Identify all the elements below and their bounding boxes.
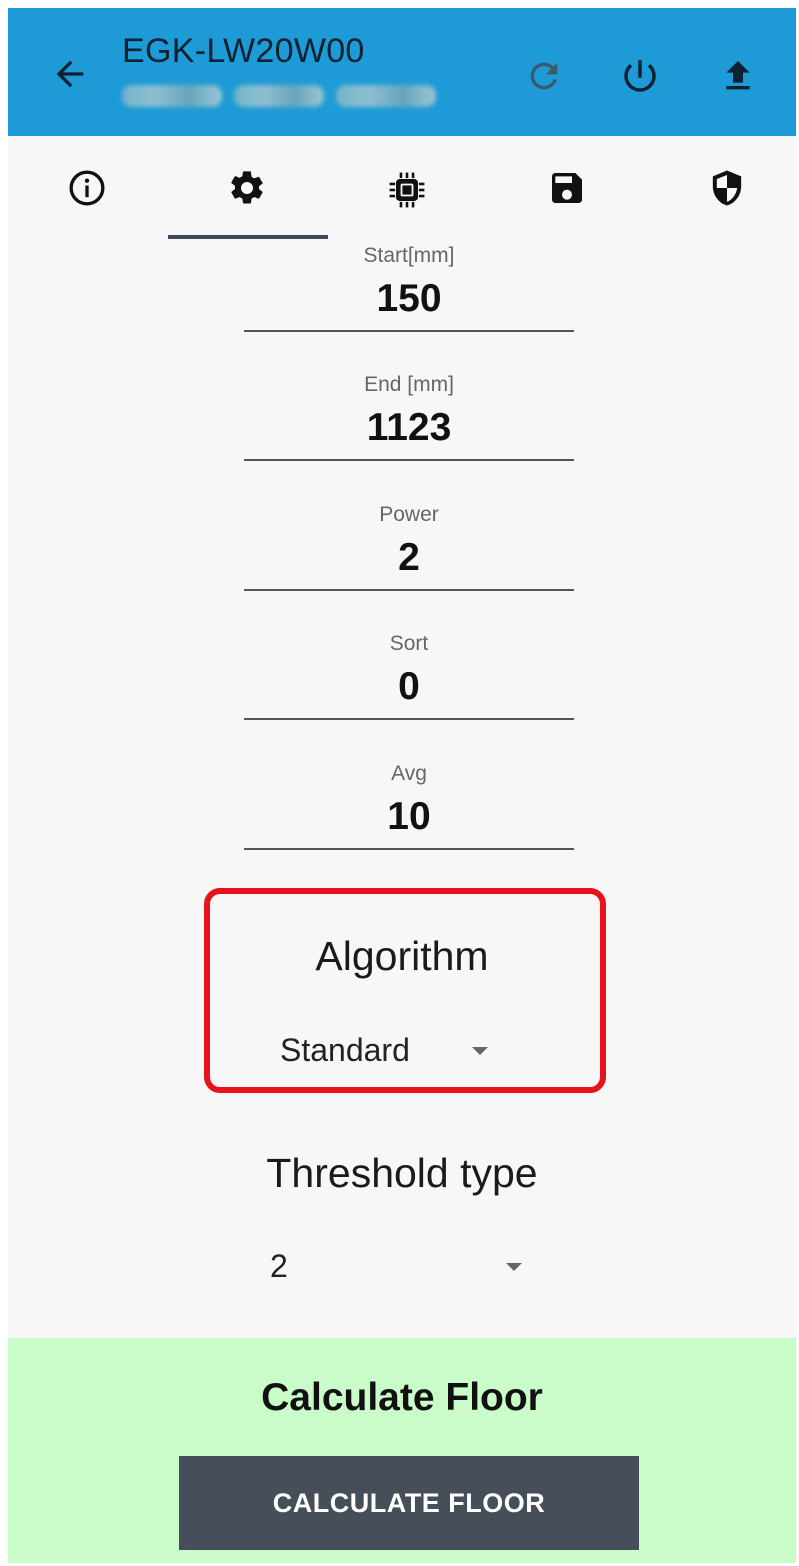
refresh-icon bbox=[530, 62, 558, 90]
upload-button[interactable] bbox=[710, 48, 766, 104]
end-value[interactable]: 1123 bbox=[244, 399, 574, 459]
sort-field[interactable]: Sort 0 bbox=[244, 630, 574, 720]
save-icon bbox=[552, 173, 582, 203]
end-label: End [mm] bbox=[364, 373, 454, 396]
app-screen: EGK-LW20W00 Start[mm] 150 End [mm] 1123 … bbox=[8, 8, 796, 1563]
algorithm-select[interactable]: Standard bbox=[280, 1032, 488, 1069]
start-field[interactable]: Start[mm] 150 bbox=[244, 242, 574, 332]
tab-selected-indicator bbox=[168, 235, 328, 239]
tab-save[interactable] bbox=[488, 136, 646, 240]
power-button[interactable] bbox=[612, 48, 668, 104]
avg-value[interactable]: 10 bbox=[244, 788, 574, 848]
chevron-down-icon bbox=[471, 1046, 488, 1055]
upload-icon bbox=[726, 61, 750, 90]
threshold-selected-value: 2 bbox=[270, 1248, 288, 1284]
calculate-floor-heading: Calculate Floor bbox=[261, 1376, 543, 1419]
algorithm-selected-value: Standard bbox=[280, 1032, 410, 1068]
sort-value[interactable]: 0 bbox=[244, 658, 574, 718]
refresh-button[interactable] bbox=[516, 48, 572, 104]
chevron-down-icon bbox=[505, 1262, 522, 1271]
sort-underline bbox=[244, 718, 574, 720]
end-underline bbox=[244, 459, 574, 461]
power-icon bbox=[624, 60, 656, 92]
threshold-type-title: Threshold type bbox=[266, 1150, 538, 1196]
back-button[interactable] bbox=[46, 50, 94, 98]
tab-bar bbox=[8, 136, 796, 240]
arrow-left-icon bbox=[56, 60, 84, 88]
chip-icon bbox=[389, 172, 425, 208]
device-title: EGK-LW20W00 bbox=[122, 32, 365, 70]
start-value[interactable]: 150 bbox=[244, 270, 574, 330]
avg-field[interactable]: Avg 10 bbox=[244, 760, 574, 850]
start-underline bbox=[244, 330, 574, 332]
start-label: Start[mm] bbox=[363, 244, 455, 267]
calculate-floor-panel: Calculate Floor CALCULATE FLOOR bbox=[8, 1338, 796, 1563]
avg-underline bbox=[244, 848, 574, 850]
tab-info[interactable] bbox=[8, 136, 166, 240]
end-field[interactable]: End [mm] 1123 bbox=[244, 371, 574, 461]
avg-label: Avg bbox=[391, 762, 427, 785]
sort-label: Sort bbox=[389, 632, 429, 655]
power-label: Power bbox=[379, 503, 439, 526]
power-field[interactable]: Power 2 bbox=[244, 501, 574, 591]
algorithm-title: Algorithm bbox=[315, 933, 489, 979]
tab-hardware[interactable] bbox=[328, 136, 486, 240]
info-icon bbox=[69, 170, 105, 206]
shield-icon bbox=[712, 170, 742, 206]
tab-security[interactable] bbox=[648, 136, 796, 240]
power-underline bbox=[244, 589, 574, 591]
gear-icon bbox=[231, 171, 263, 204]
app-bar: EGK-LW20W00 bbox=[8, 8, 796, 136]
threshold-type-select[interactable]: 2 bbox=[270, 1248, 522, 1285]
power-value[interactable]: 2 bbox=[244, 529, 574, 589]
tab-settings[interactable] bbox=[168, 136, 326, 240]
device-subtitle-redacted bbox=[122, 80, 436, 112]
calculate-floor-button[interactable]: CALCULATE FLOOR bbox=[179, 1456, 639, 1550]
